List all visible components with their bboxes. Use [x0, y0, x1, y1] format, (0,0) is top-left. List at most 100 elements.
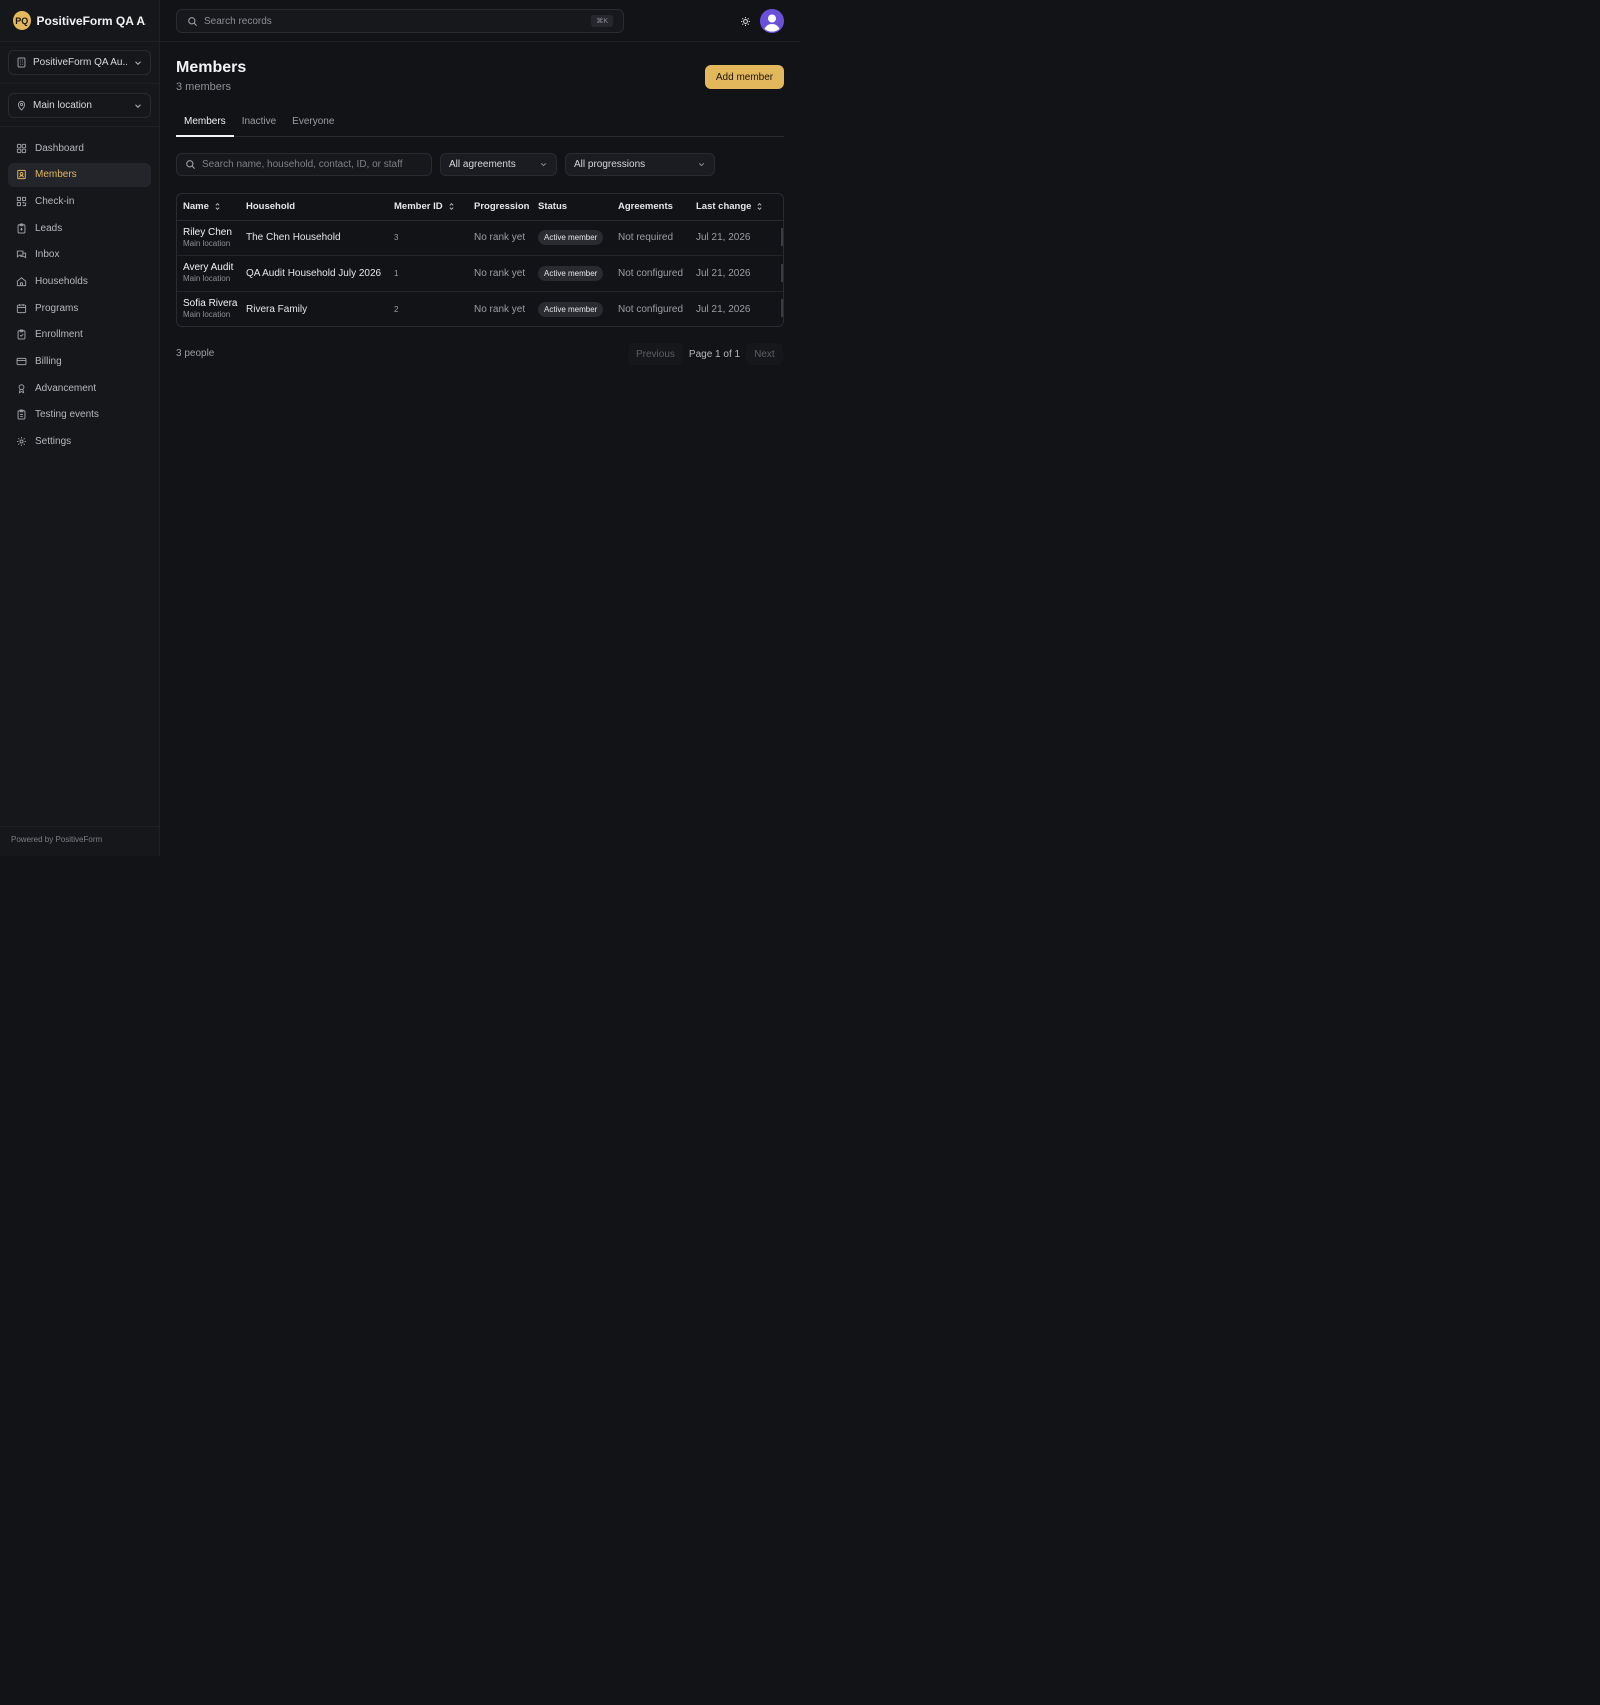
cell-name: Avery Audit Main location — [177, 255, 240, 292]
page-title: Members — [176, 59, 247, 76]
table-row[interactable]: Avery Audit Main location QA Audit Househ… — [177, 255, 783, 292]
tab-members[interactable]: Members — [176, 116, 234, 137]
cell-progression: No rank yet — [468, 220, 532, 256]
result-count: 3 people — [176, 348, 215, 359]
avatar[interactable] — [760, 9, 784, 33]
status-badge: Active member — [538, 301, 604, 317]
previous-page-button[interactable]: Previous — [628, 343, 683, 365]
location-switcher-label: Main location — [33, 100, 92, 111]
progressions-filter-select[interactable]: All progressions — [565, 153, 715, 176]
sidebar-item-label: Inbox — [35, 249, 60, 261]
cell-agreements: Not configured — [612, 255, 690, 292]
tab-everyone[interactable]: Everyone — [284, 116, 342, 137]
agreements-filter-select[interactable]: All agreements — [440, 153, 557, 176]
column-header-member-id[interactable]: Member ID — [388, 194, 468, 221]
sidebar-item-settings[interactable]: Settings — [8, 430, 151, 454]
cell-household: The Chen Household — [240, 220, 388, 256]
award-icon — [18, 383, 25, 394]
tabs: Members Inactive Everyone — [176, 116, 784, 137]
sidebar-nav: Dashboard Members Check-in Leads Inbox H… — [0, 136, 159, 454]
search-icon — [188, 16, 198, 26]
grid-icon — [16, 143, 27, 153]
column-header-status: Status — [532, 194, 612, 221]
brand-logo: PQ — [13, 11, 31, 30]
sidebar-item-label: Leads — [35, 222, 63, 234]
table-row[interactable]: Riley Chen Main location The Chen Househo… — [177, 220, 783, 256]
global-search[interactable]: Search records ⌘K — [176, 9, 624, 33]
next-page-button[interactable]: Next — [746, 343, 783, 365]
org-switcher[interactable]: PositiveForm QA Au... — [8, 50, 151, 75]
column-header-last-change[interactable]: Last change — [690, 194, 783, 221]
qr-icon — [16, 196, 27, 206]
cell-progression: No rank yet — [474, 303, 526, 315]
page-indicator: Page 1 of 1 — [688, 348, 741, 360]
theme-toggle-button[interactable] — [736, 12, 754, 30]
cell-agreements: Not configured — [618, 303, 684, 315]
sidebar-item-households[interactable]: Households — [8, 269, 151, 293]
status-badge: Active member — [538, 230, 604, 246]
table-row[interactable]: Sofia Rivera Main location Rivera Family … — [177, 291, 783, 326]
tab-inactive[interactable]: Inactive — [234, 116, 284, 137]
member-location: Main location — [183, 238, 231, 248]
progressions-filter-value: All progressions — [574, 159, 646, 170]
cell-name: Riley Chen Main location — [177, 220, 240, 256]
sidebar-item-label: Dashboard — [35, 142, 84, 154]
search-icon — [186, 160, 196, 170]
cell-progression: No rank yet — [468, 255, 532, 292]
cell-agreements: Not required — [612, 220, 690, 256]
user-avatar-icon — [760, 9, 784, 33]
sidebar-item-label: Settings — [35, 436, 72, 448]
member-name[interactable]: Riley Chen — [183, 227, 234, 239]
sidebar-item-label: Check-in — [35, 195, 75, 207]
cell-member-id: 1 — [388, 255, 468, 292]
cell-household: QA Audit Household July 2026 — [240, 255, 388, 292]
map-pin-icon — [17, 100, 26, 111]
row-scroll-edge — [781, 228, 783, 246]
member-name[interactable]: Avery Audit — [183, 262, 234, 274]
add-member-button[interactable]: Add member — [705, 65, 784, 89]
calendar-icon — [16, 303, 27, 313]
column-header-label: Name — [183, 201, 209, 213]
cell-member-id: 3 — [388, 220, 468, 256]
sidebar-item-programs[interactable]: Programs — [8, 296, 151, 320]
sort-icon — [215, 203, 220, 211]
sidebar-item-members[interactable]: Members — [8, 162, 151, 187]
building-icon — [17, 57, 26, 68]
sidebar-item-label: Enrollment — [35, 329, 83, 341]
member-search-input[interactable]: Search name, household, contact, ID, or … — [176, 153, 432, 176]
sort-icon — [757, 203, 762, 211]
sidebar-item-check-in[interactable]: Check-in — [8, 189, 151, 213]
sidebar-item-leads[interactable]: Leads — [8, 216, 151, 240]
sidebar-item-billing[interactable]: Billing — [8, 350, 151, 374]
column-header-household: Household — [240, 194, 388, 221]
cell-name: Sofia Rivera Main location — [177, 291, 240, 326]
row-scroll-edge — [781, 299, 783, 317]
sidebar-item-enrollment[interactable]: Enrollment — [8, 323, 151, 347]
members-table: Name Household Member ID Progression Sta… — [176, 193, 784, 327]
home-icon — [16, 277, 27, 287]
sidebar-item-label: Testing events — [35, 409, 99, 421]
cell-last-change: Jul 21, 2026 — [690, 220, 783, 256]
divider — [0, 126, 159, 127]
sidebar-item-advancement[interactable]: Advancement — [8, 376, 151, 400]
sidebar-item-inbox[interactable]: Inbox — [8, 243, 151, 267]
sort-icon — [449, 203, 454, 211]
location-switcher[interactable]: Main location — [8, 93, 151, 118]
row-scroll-edge — [781, 264, 783, 282]
credit-card-icon — [16, 357, 27, 366]
member-location: Main location — [183, 274, 231, 284]
sidebar-item-testing-events[interactable]: Testing events — [8, 403, 151, 427]
sun-icon — [740, 16, 750, 26]
brand[interactable]: PQ PositiveForm QA A... — [0, 0, 159, 42]
sidebar-item-dashboard[interactable]: Dashboard — [8, 136, 151, 160]
cell-member-id: 2 — [394, 304, 399, 314]
member-name[interactable]: Sofia Rivera — [183, 298, 237, 310]
page-subtitle: 3 members — [176, 81, 232, 93]
status-badge: Active member — [538, 265, 604, 281]
column-header-label: Agreements — [618, 201, 673, 213]
column-header-name[interactable]: Name — [177, 194, 240, 221]
brand-name: PositiveForm QA A... — [36, 13, 146, 28]
cell-status: Active member — [532, 255, 612, 292]
clipboard-icon — [17, 223, 26, 234]
column-header-label: Member ID — [394, 201, 443, 213]
